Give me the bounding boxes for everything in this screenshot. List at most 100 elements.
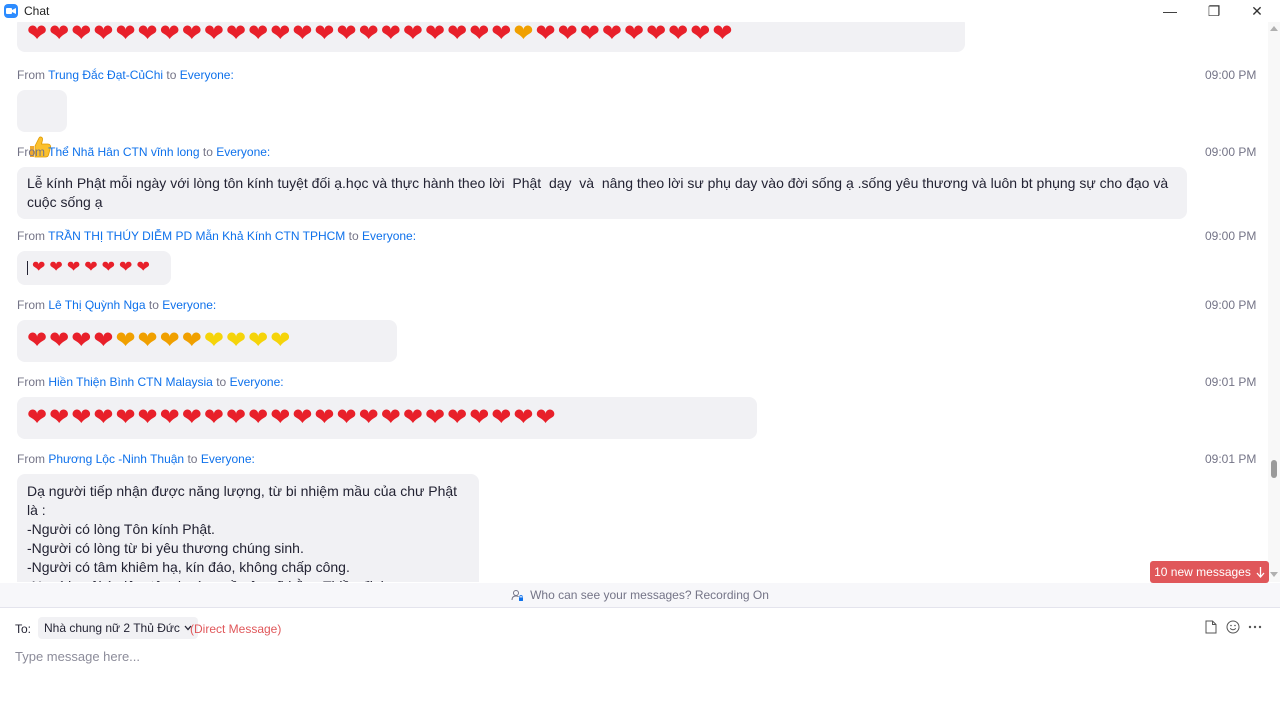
recipient-dropdown[interactable]: Nhà chung nữ 2 Thủ Đức (38, 617, 198, 639)
file-icon[interactable] (1204, 620, 1218, 634)
orange-heart-icon: ❤ (513, 22, 534, 47)
recipient-name[interactable]: Everyone: (362, 229, 416, 243)
privacy-bar[interactable]: Who can see your messages? Recording On (0, 583, 1280, 607)
recipient-name[interactable]: Everyone: (230, 375, 284, 389)
recipient-name[interactable]: Everyone: (162, 298, 216, 312)
chat-scrollbar[interactable] (1268, 22, 1280, 582)
restore-button[interactable]: ❐ (1194, 0, 1234, 22)
emoji-icon[interactable] (1226, 620, 1240, 634)
compose-area: To: Nhà chung nữ 2 Thủ Đức (Direct Messa… (0, 608, 1280, 720)
red-heart-icon: ❤ (49, 404, 70, 431)
person-lock-icon (511, 589, 524, 601)
red-heart-icon: ❤ (513, 404, 534, 431)
red-heart-icon: ❤ (225, 404, 247, 431)
red-heart-icon: ❤ (27, 327, 48, 354)
recipient-name[interactable]: Everyone: (216, 145, 270, 159)
red-heart-icon: ❤ (535, 404, 556, 431)
red-heart-icon: ❤ (225, 22, 247, 47)
to-label: to (148, 298, 159, 312)
red-heart-icon: ❤ (159, 22, 180, 47)
red-heart-icon: ❤ (27, 22, 48, 47)
orange-heart-icon: ❤ (115, 327, 136, 354)
red-heart-icon: ❤ (270, 404, 291, 431)
to-label: to (216, 375, 227, 389)
red-heart-icon: ❤ (93, 22, 114, 47)
direct-message-label: (Direct Message) (190, 622, 282, 636)
red-heart-icon: ❤ (646, 22, 667, 47)
minimize-button[interactable]: — (1150, 0, 1190, 22)
red-heart-icon: ❤ (101, 259, 116, 276)
message-input[interactable] (15, 645, 1255, 667)
orange-heart-icon: ❤ (137, 327, 158, 354)
privacy-text[interactable]: Who can see your messages? Recording On (530, 588, 769, 602)
red-heart-icon: ❤ (601, 22, 622, 47)
to-label: to (187, 452, 198, 466)
sender-name[interactable]: TRẦN THỊ THÚY DIỄM PD Mẫn Khả Kính CTN T… (48, 229, 345, 243)
message-header: From Phương Lộc -Ninh Thuận to Everyone: (17, 452, 255, 466)
sender-name[interactable]: Trung Đắc Đạt-CủChi (48, 68, 163, 82)
yellow-heart-icon: ❤ (225, 327, 247, 354)
sender-name[interactable]: Phương Lộc -Ninh Thuận (48, 452, 184, 466)
red-heart-icon: ❤ (203, 404, 224, 431)
red-heart-icon: ❤ (49, 327, 70, 354)
cursor-bar (27, 261, 28, 275)
chat-messages[interactable]: ❤ ❤ ❤ ❤ ❤ ❤ ❤ ❤ ❤ ❤ ❤ ❤ ❤ ❤ ❤ ❤ ❤ ❤ ❤ ❤ ❤ ❤ ❤ ❤ ❤ ❤ ❤ ❤ ❤ ❤ ❤ ❤ From Tr… (0, 22, 1268, 582)
from-label: From (17, 298, 45, 312)
new-messages-button[interactable]: 10 new messages (1150, 561, 1269, 583)
zoom-app-icon (4, 4, 18, 18)
from-label: From (17, 375, 45, 389)
yellow-heart-icon: ❤ (203, 327, 224, 354)
sender-name[interactable]: Thể Nhã Hân CTN vĩnh long (48, 145, 199, 159)
red-heart-icon: ❤ (358, 22, 379, 47)
to-label: to (202, 145, 213, 159)
red-heart-icon: ❤ (248, 404, 269, 431)
message-time: 09:00 PM (1205, 145, 1257, 159)
red-heart-icon: ❤ (71, 22, 92, 47)
message-bubble: ❤ ❤ ❤ ❤ ❤ ❤ ❤ (17, 251, 171, 285)
more-options-icon[interactable] (1248, 620, 1262, 634)
from-label: From (17, 452, 45, 466)
red-heart-icon: ❤ (712, 22, 733, 47)
message-header: From TRẦN THỊ THÚY DIỄM PD Mẫn Khả Kính … (17, 229, 416, 243)
red-heart-icon: ❤ (27, 404, 48, 431)
sender-name[interactable]: Lê Thị Quỳnh Nga (48, 298, 145, 312)
red-heart-icon: ❤ (248, 22, 269, 47)
red-heart-icon: ❤ (71, 404, 92, 431)
scroll-down-icon[interactable] (1270, 572, 1278, 577)
message-header: From Lê Thị Quỳnh Nga to Everyone: (17, 298, 216, 312)
window-title: Chat (24, 4, 50, 18)
red-heart-icon: ❤ (535, 22, 556, 47)
red-heart-icon: ❤ (336, 22, 357, 47)
red-heart-icon: ❤ (424, 404, 446, 431)
red-heart-icon: ❤ (336, 404, 357, 431)
red-heart-icon: ❤ (314, 22, 335, 47)
orange-heart-icon: ❤ (159, 327, 180, 354)
recipient-name[interactable]: Everyone: (201, 452, 255, 466)
red-heart-icon: ❤ (668, 22, 689, 47)
red-heart-icon: ❤ (181, 22, 202, 47)
red-heart-icon: ❤ (66, 259, 81, 276)
sender-name[interactable]: Hiền Thiện Bình CTN Malaysia (48, 375, 213, 389)
close-button[interactable]: ✕ (1237, 0, 1277, 22)
red-heart-icon: ❤ (469, 22, 490, 47)
red-heart-icon: ❤ (93, 327, 114, 354)
red-heart-icon: ❤ (491, 404, 512, 431)
red-heart-icon: ❤ (49, 259, 63, 276)
red-heart-icon: ❤ (402, 404, 423, 431)
scroll-thumb[interactable] (1271, 460, 1277, 478)
recipient-name[interactable]: Everyone: (180, 68, 234, 82)
scroll-up-icon[interactable] (1270, 26, 1278, 31)
red-heart-icon: ❤ (579, 22, 600, 47)
from-label: From (17, 68, 45, 82)
message-bubble: ❤ ❤ ❤ ❤ ❤ ❤ ❤ ❤ ❤ ❤ ❤ ❤ ❤ ❤ ❤ ❤ ❤ ❤ ❤ ❤ ❤ ❤ ❤ ❤ (17, 397, 757, 439)
red-heart-icon: ❤ (292, 22, 313, 47)
yellow-heart-icon: ❤ (270, 327, 291, 354)
from-label: From (17, 145, 45, 159)
red-heart-icon: ❤ (623, 22, 645, 47)
message-text: Lễ kính Phật mỗi ngày với lòng tôn kính … (17, 167, 1187, 219)
to-label: To: (15, 622, 32, 636)
red-heart-icon: ❤ (49, 22, 70, 47)
message-header: From Hiền Thiện Bình CTN Malaysia to Eve… (17, 375, 284, 389)
red-heart-icon: ❤ (181, 404, 202, 431)
message-time: 09:01 PM (1205, 452, 1257, 466)
